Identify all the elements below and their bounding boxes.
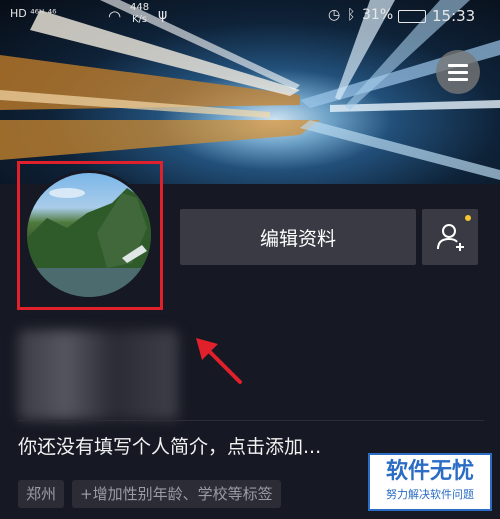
clock-time: 15:33 — [432, 7, 476, 25]
location-tag[interactable]: 郑州 — [18, 480, 65, 508]
add-tags-button[interactable]: +增加性别年龄、学校等标签 — [72, 480, 281, 508]
add-friend-button[interactable] — [422, 209, 478, 265]
watermark-logo: 软件无忧 努力解决软件问题 — [368, 453, 492, 511]
bio-text[interactable]: 你还没有填写个人简介，点击添加... — [18, 432, 321, 459]
avatar-highlight-box — [17, 161, 163, 310]
menu-icon — [448, 64, 468, 67]
profile-divider — [18, 420, 484, 421]
status-bar: HD ⁴⁶ᴴ ⁴⁶ ◠ 448 K/s ψ ◷ ᛒ 31% 15:33 — [0, 0, 500, 30]
profile-banner[interactable]: HD ⁴⁶ᴴ ⁴⁶ ◠ 448 K/s ψ ◷ ᛒ 31% 15:33 — [0, 0, 500, 184]
menu-button[interactable] — [436, 50, 480, 94]
watermark-subtitle: 努力解决软件问题 — [386, 488, 474, 501]
battery-percent: 31% — [362, 7, 394, 23]
network-speed: 448 — [130, 2, 150, 13]
usb-icon: ψ — [158, 7, 168, 23]
watermark-title: 软件无忧 — [385, 459, 474, 484]
battery-icon — [398, 10, 426, 23]
alarm-icon: ◷ — [328, 7, 341, 23]
menu-icon-line — [448, 71, 468, 74]
menu-icon-line — [448, 78, 468, 81]
edit-profile-button[interactable]: 编辑资料 — [180, 209, 416, 265]
notification-dot — [465, 215, 471, 221]
bluetooth-icon: ᛒ — [347, 7, 356, 23]
red-arrow-annotation — [196, 338, 242, 384]
wifi-icon: ◠ — [108, 7, 122, 25]
username-blurred — [18, 330, 178, 420]
network-speed-unit: K/s — [132, 14, 148, 25]
network-indicator: HD ⁴⁶ᴴ ⁴⁶ — [10, 7, 57, 20]
